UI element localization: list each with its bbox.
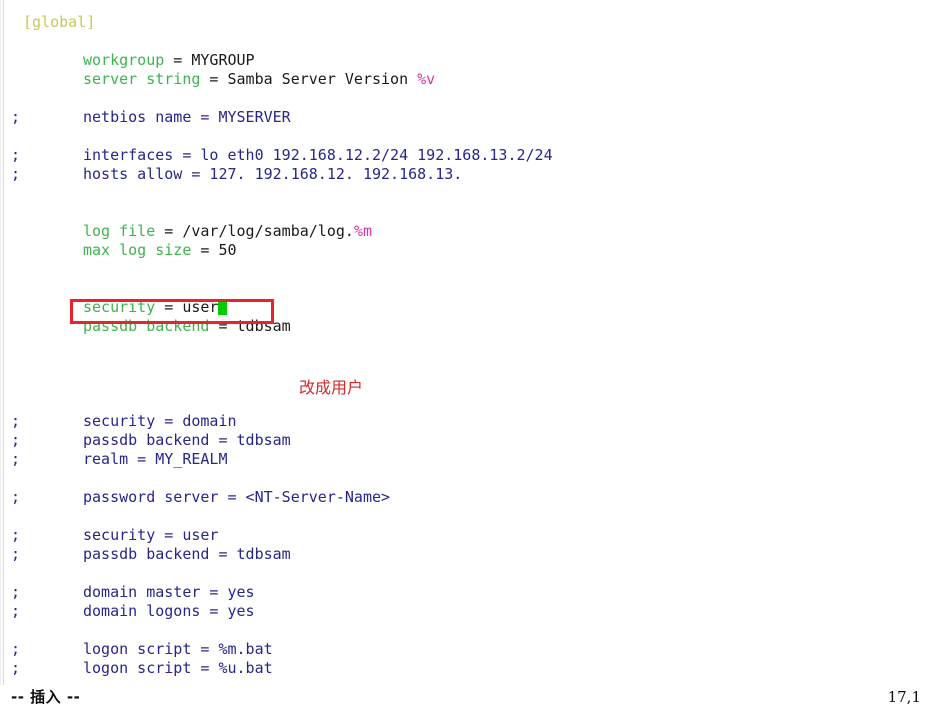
editor-line[interactable] [0,355,938,374]
code-token-cmt: security = domain [83,412,237,430]
editor-line[interactable] [0,374,938,393]
code-token-cmt: netbios name = MYSERVER [83,108,291,126]
editor-line[interactable]: passdb backend = tdbsam [0,317,938,336]
code-token-cmt: domain logons = yes [83,602,255,620]
editor-line[interactable] [0,184,938,203]
editor-line[interactable] [0,393,938,412]
line-comment-marker: ; [11,602,21,620]
line-comment-marker: ; [11,165,21,183]
code-token-cmt: password server = <NT-Server-Name> [83,488,391,506]
code-token-key: workgroup [83,51,165,69]
code-token-cmt: hosts allow = 127. 192.168.12. 192.168.1… [83,165,463,183]
code-token-key: max log size [83,241,192,259]
code-token-var: %v [417,70,436,88]
editor-line[interactable]: security = user [0,298,938,317]
code-token-cmt: security = user [83,526,219,544]
line-comment-marker: ; [11,659,21,677]
editor-text-area[interactable]: [global] workgroup = MYGROUP server string… [0,13,938,678]
status-mode-indicator: -- 插入 -- [11,688,81,706]
status-cursor-position: 17,1 [887,688,921,706]
editor-line[interactable]: ; logon script = %m.bat [0,640,938,659]
editor-line[interactable]: ; password server = <NT-Server-Name> [0,488,938,507]
line-comment-marker: ; [11,412,21,430]
code-token-sec: [global] [23,13,96,31]
text-cursor [218,300,228,315]
editor-line[interactable]: ; security = user [0,526,938,545]
code-token-cmt: domain master = yes [83,583,255,601]
status-bar: -- 插入 -- 17,1 [0,685,938,709]
editor-line[interactable]: [global] [0,13,938,32]
line-comment-marker: ; [11,526,21,544]
line-comment-marker: ; [11,583,21,601]
line-comment-marker: ; [11,640,21,658]
code-token-cmt: interfaces = lo eth0 192.168.12.2/24 192… [83,146,553,164]
line-comment-marker: ; [11,146,21,164]
editor-line[interactable] [0,279,938,298]
editor-line[interactable] [0,507,938,526]
code-token-key: server string [83,70,201,88]
code-token-val: /var/log/samba/log. [182,222,354,240]
editor-line[interactable] [0,336,938,355]
editor-line[interactable]: workgroup = MYGROUP [0,51,938,70]
code-token-punct: = [191,241,219,259]
code-token-punct: = [200,70,228,88]
editor-line[interactable]: ; interfaces = lo eth0 192.168.12.2/24 19… [0,146,938,165]
code-token-var: %m [353,222,372,240]
line-comment-marker: ; [11,450,21,468]
code-token-punct: = [209,317,237,335]
code-token-punct: = [155,222,183,240]
code-token-punct: = [164,51,192,69]
code-token-key: log file [83,222,156,240]
terminal-window: [global] workgroup = MYGROUP server string… [0,0,938,709]
code-token-cmt: passdb backend = tdbsam [83,431,291,449]
code-token-cmt: logon script = %m.bat [83,640,273,658]
code-token-val: 50 [218,241,237,259]
line-comment-marker: ; [11,108,21,126]
editor-line[interactable] [0,127,938,146]
editor-line[interactable] [0,203,938,222]
editor-line[interactable]: ; passdb backend = tdbsam [0,545,938,564]
code-token-val: user [182,298,219,316]
editor-line[interactable]: ; passdb backend = tdbsam [0,431,938,450]
line-comment-marker: ; [11,431,21,449]
code-token-key: security [83,298,156,316]
editor-line[interactable] [0,621,938,640]
editor-line[interactable]: ; netbios name = MYSERVER [0,108,938,127]
code-token-cmt: passdb backend = tdbsam [83,545,291,563]
editor-line[interactable] [0,260,938,279]
code-token-key: passdb backend [83,317,210,335]
editor-line[interactable]: ; hosts allow = 127. 192.168.12. 192.168.… [0,165,938,184]
code-token-val: Samba Server Version [227,70,418,88]
editor-line[interactable] [0,564,938,583]
code-token-val: MYGROUP [191,51,255,69]
editor-line[interactable]: log file = /var/log/samba/log.%m [0,222,938,241]
editor-line[interactable] [0,469,938,488]
editor-line[interactable] [0,89,938,108]
editor-line[interactable]: max log size = 50 [0,241,938,260]
editor-line[interactable]: ; domain master = yes [0,583,938,602]
editor-line[interactable] [0,32,938,51]
line-comment-marker: ; [11,545,21,563]
code-token-cmt: realm = MY_REALM [83,450,228,468]
code-token-cmt: logon script = %u.bat [83,659,273,677]
editor-line[interactable]: ; logon script = %u.bat [0,659,938,678]
editor-line[interactable]: ; realm = MY_REALM [0,450,938,469]
code-token-val: tdbsam [236,317,291,335]
editor-line[interactable]: ; domain logons = yes [0,602,938,621]
editor-line[interactable]: ; security = domain [0,412,938,431]
code-token-punct: = [155,298,183,316]
red-annotation-text: 改成用户 [299,378,364,397]
line-comment-marker: ; [11,488,21,506]
editor-line[interactable]: server string = Samba Server Version %v [0,70,938,89]
